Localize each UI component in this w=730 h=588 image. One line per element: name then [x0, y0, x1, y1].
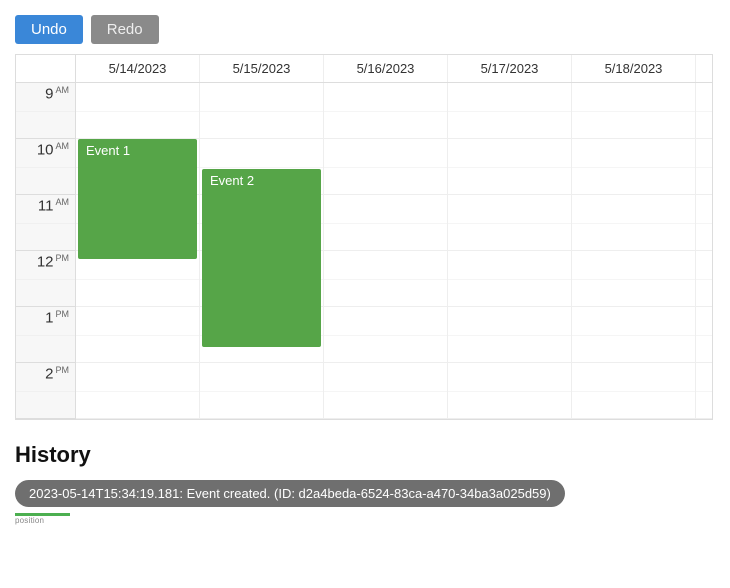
- hour-label: 2PM: [16, 363, 75, 419]
- day-header[interactable]: 5/14/2023: [76, 55, 200, 82]
- undo-button[interactable]: Undo: [15, 15, 83, 44]
- position-label: position: [15, 516, 715, 525]
- day-column[interactable]: Event 1: [76, 83, 200, 419]
- calendar-header: 5/14/2023 5/15/2023 5/16/2023 5/17/2023 …: [16, 55, 712, 83]
- day-header[interactable]: 5/18/2023: [572, 55, 696, 82]
- day-column[interactable]: Event 2: [200, 83, 324, 419]
- calendar-event[interactable]: Event 2: [202, 169, 321, 347]
- day-header[interactable]: 5/15/2023: [200, 55, 324, 82]
- hour-label: 11AM: [16, 195, 75, 251]
- time-gutter: 9AM 10AM 11AM 12PM 1PM 2PM: [16, 83, 76, 419]
- history-item[interactable]: 2023-05-14T15:34:19.181: Event created. …: [15, 480, 565, 507]
- calendar: 5/14/2023 5/15/2023 5/16/2023 5/17/2023 …: [15, 54, 713, 420]
- day-header-extra: [696, 55, 712, 82]
- day-header[interactable]: 5/16/2023: [324, 55, 448, 82]
- day-header[interactable]: 5/17/2023: [448, 55, 572, 82]
- hour-label: 10AM: [16, 139, 75, 195]
- calendar-body: 9AM 10AM 11AM 12PM 1PM 2PM Event 1 Event…: [16, 83, 712, 419]
- calendar-grid[interactable]: Event 1 Event 2: [76, 83, 712, 419]
- history-list: 2023-05-14T15:34:19.181: Event created. …: [15, 480, 715, 511]
- toolbar: Undo Redo: [15, 15, 715, 44]
- day-column[interactable]: [572, 83, 696, 419]
- history-position: position: [15, 513, 715, 525]
- redo-button[interactable]: Redo: [91, 15, 159, 44]
- hour-label: 1PM: [16, 307, 75, 363]
- time-gutter-header: [16, 55, 76, 82]
- day-column[interactable]: [448, 83, 572, 419]
- hour-label: 12PM: [16, 251, 75, 307]
- calendar-event[interactable]: Event 1: [78, 139, 197, 259]
- history-heading: History: [15, 442, 715, 468]
- hour-label: 9AM: [16, 83, 75, 139]
- day-column-extra: [696, 83, 712, 419]
- day-column[interactable]: [324, 83, 448, 419]
